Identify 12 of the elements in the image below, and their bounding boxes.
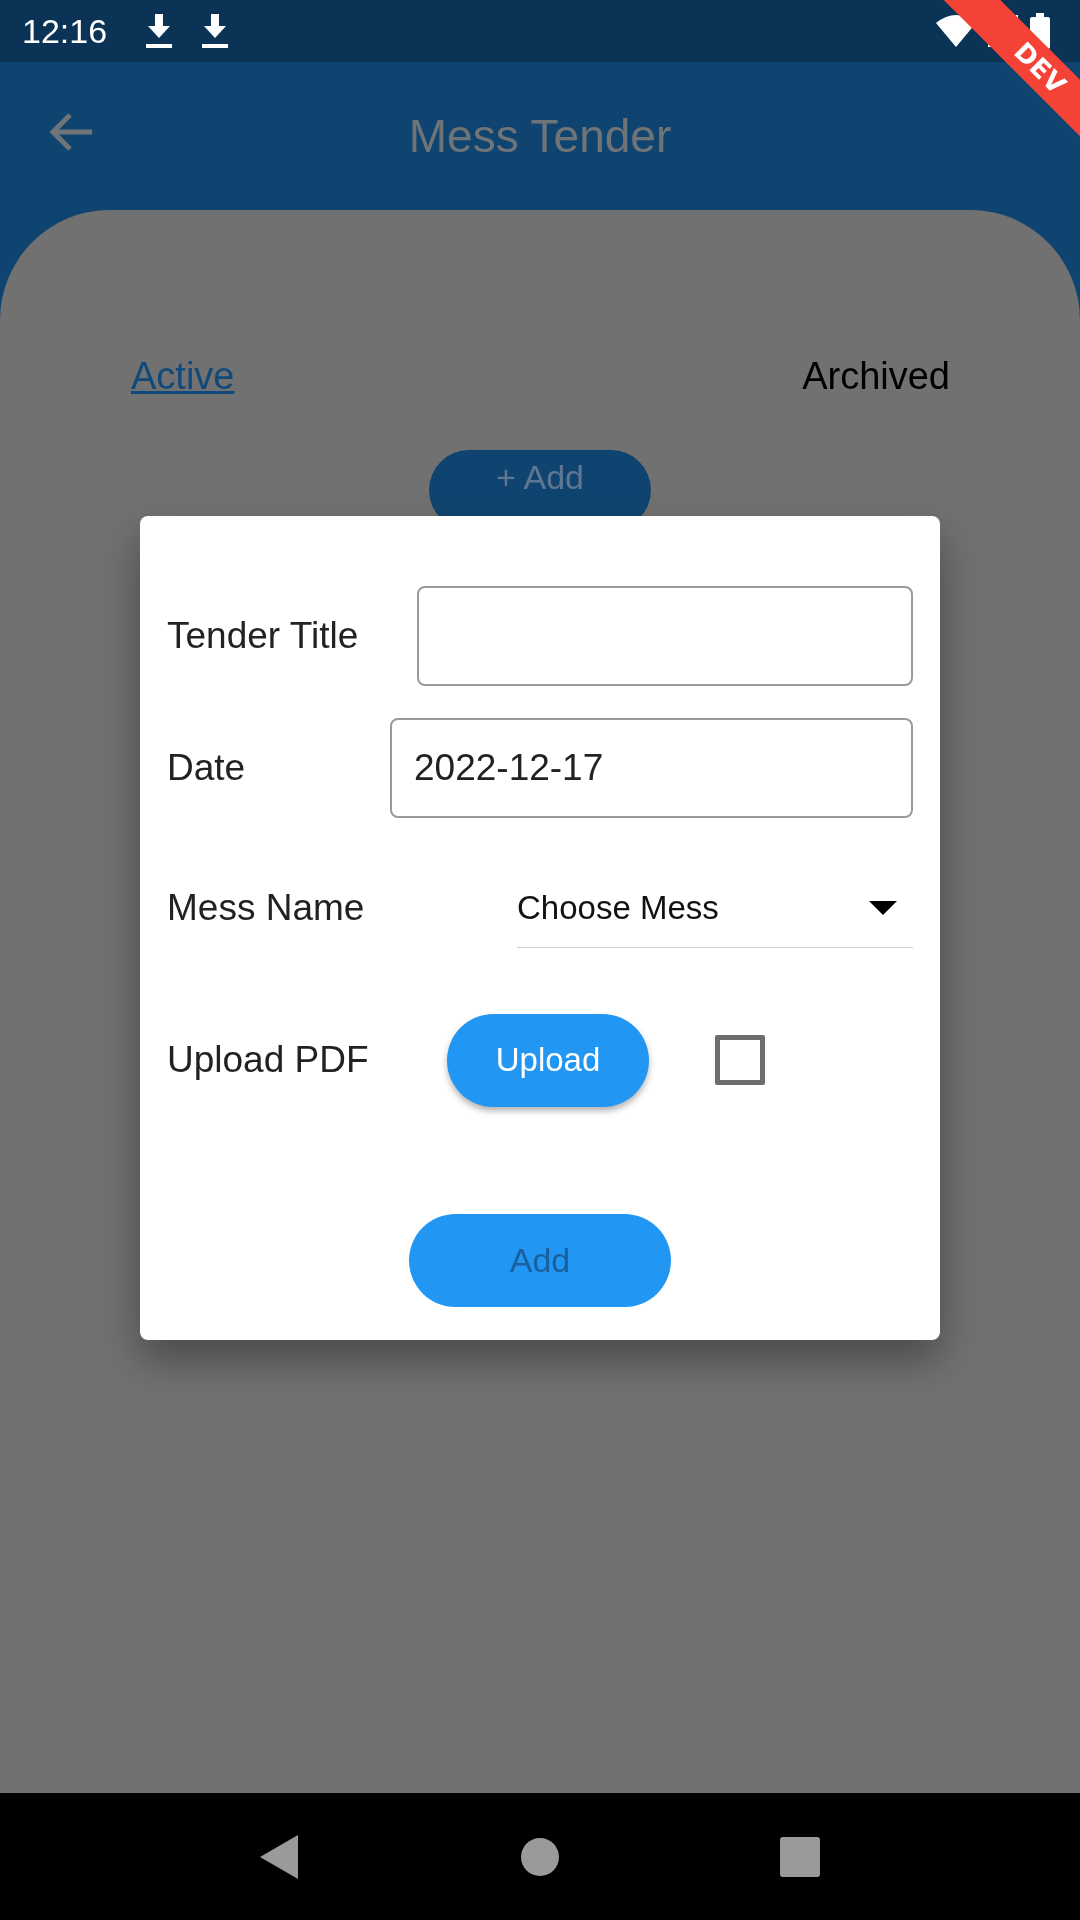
tab[interactable]: Active <box>131 355 235 398</box>
field-label: Upload PDF <box>167 1039 370 1081</box>
submit-button[interactable]: Add <box>409 1214 671 1307</box>
mess-dropdown[interactable]: Choose Mess <box>517 868 913 948</box>
status-time: 12:16 <box>22 11 108 51</box>
field-label: Date <box>167 747 247 789</box>
date-field[interactable]: 2022-12-17 <box>390 718 913 818</box>
upload-button[interactable]: Upload <box>447 1013 649 1107</box>
tab[interactable]: Archived <box>802 355 950 398</box>
field-label: Mess Name <box>167 887 366 929</box>
field-label: Tender Title <box>167 615 360 657</box>
app-bar-title: Mess Tender <box>408 109 672 163</box>
